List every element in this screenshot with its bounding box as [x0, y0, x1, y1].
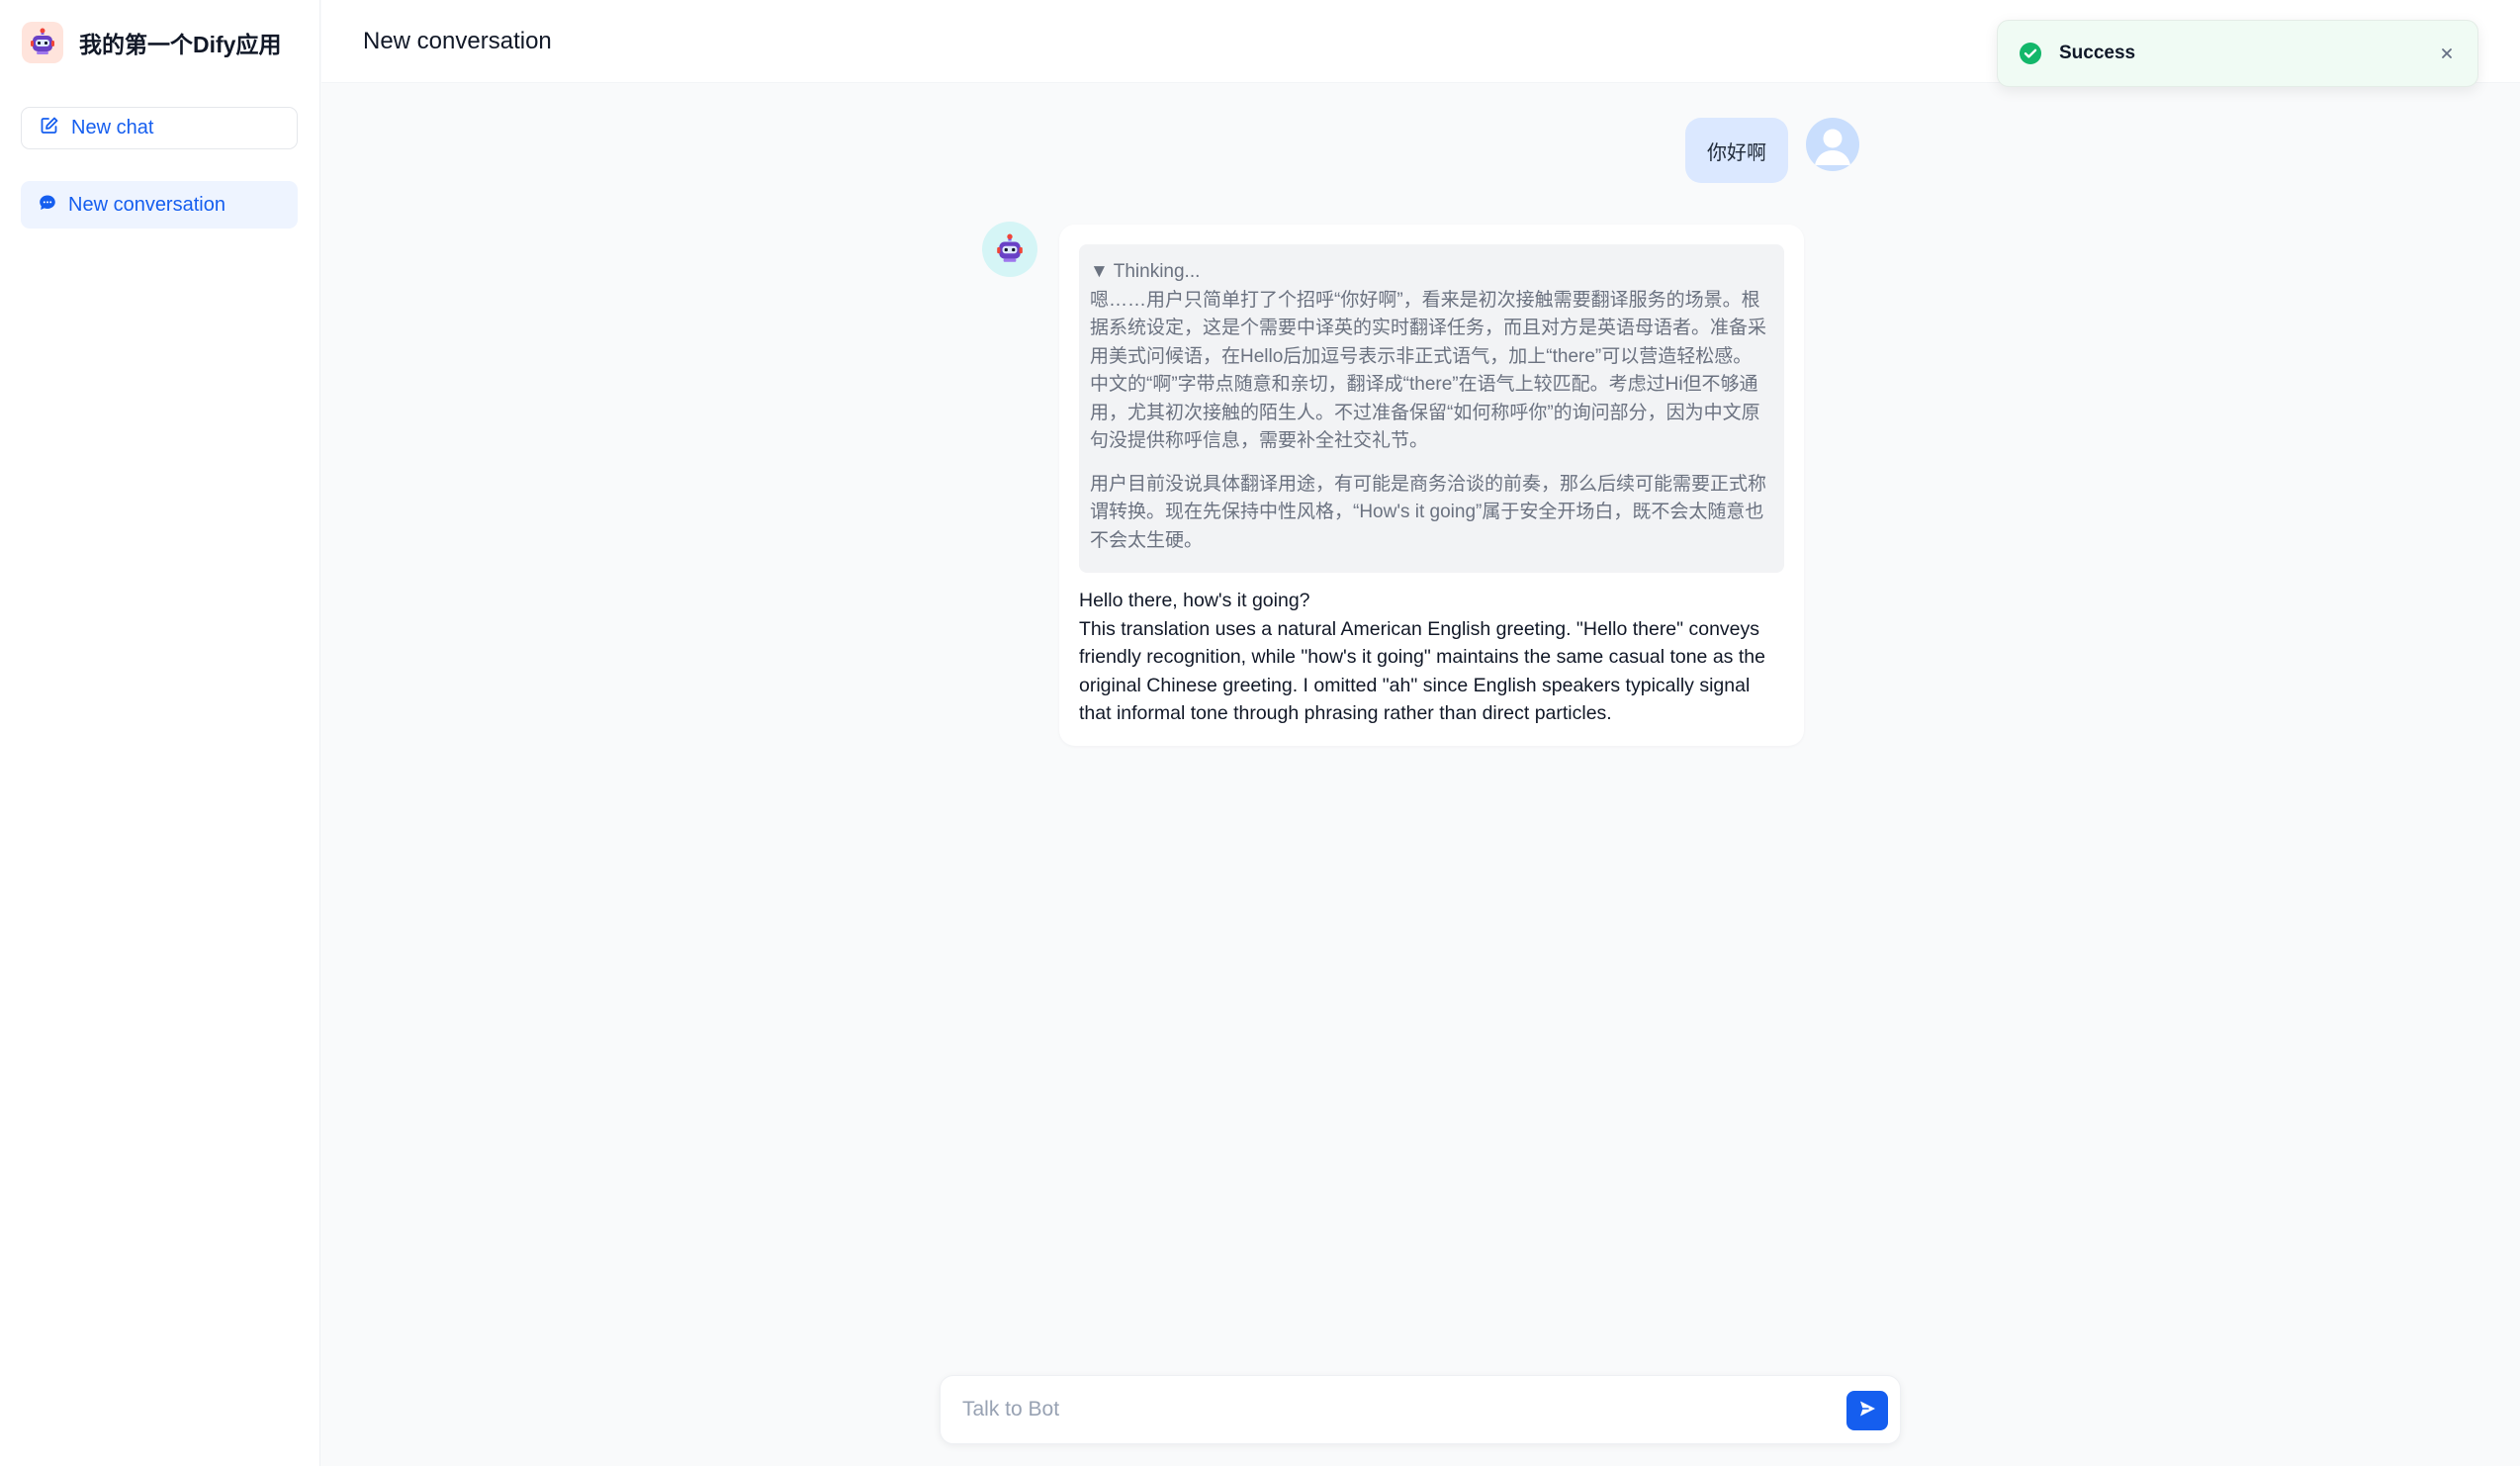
robot-icon — [22, 22, 63, 63]
chat-input-box — [940, 1375, 1901, 1444]
sidebar-item-label: New conversation — [68, 193, 225, 216]
thinking-paragraph: 嗯……用户只简单打了个招呼“你好啊”，看来是初次接触需要翻译服务的场景。根据系统… — [1090, 289, 1767, 452]
bot-message: ▼ Thinking... 嗯……用户只简单打了个招呼“你好啊”，看来是初次接触… — [1059, 225, 1804, 746]
new-chat-label: New chat — [71, 117, 154, 138]
thinking-toggle[interactable]: ▼ Thinking... — [1090, 258, 1770, 287]
page-title: New conversation — [363, 28, 552, 54]
bot-answer: Hello there, how's it going? This transl… — [1079, 587, 1784, 728]
check-circle-icon — [2018, 41, 2043, 66]
send-button[interactable] — [1846, 1391, 1888, 1430]
chat-bubble-icon — [39, 194, 56, 217]
close-icon[interactable] — [2436, 43, 2458, 64]
sidebar-item-new-conversation[interactable]: New conversation — [21, 181, 298, 229]
chat-input[interactable] — [960, 1376, 1781, 1443]
user-message: 你好啊 — [1685, 118, 1788, 183]
thinking-paragraph: 用户目前没说具体翻译用途，有可能是商务洽谈的前奏，那么后续可能需要正式称谓转换。… — [1090, 473, 1767, 551]
edit-icon — [40, 116, 59, 140]
success-toast: Success — [1997, 20, 2478, 87]
bot-avatar-icon — [982, 222, 1037, 277]
app-title: 我的第一个Dify应用 — [79, 32, 282, 57]
app-header: 我的第一个Dify应用 — [22, 22, 281, 63]
answer-line: Hello there, how's it going? — [1079, 590, 1310, 611]
thinking-panel: ▼ Thinking... 嗯……用户只简单打了个招呼“你好啊”，看来是初次接触… — [1079, 244, 1784, 573]
sidebar: 我的第一个Dify应用 New chat New conversation — [0, 0, 320, 1466]
new-chat-button[interactable]: New chat — [21, 107, 298, 149]
user-avatar-icon — [1806, 118, 1859, 171]
toast-message: Success — [2059, 43, 2136, 63]
send-icon — [1857, 1399, 1877, 1423]
answer-line: This translation uses a natural American… — [1079, 617, 1765, 725]
